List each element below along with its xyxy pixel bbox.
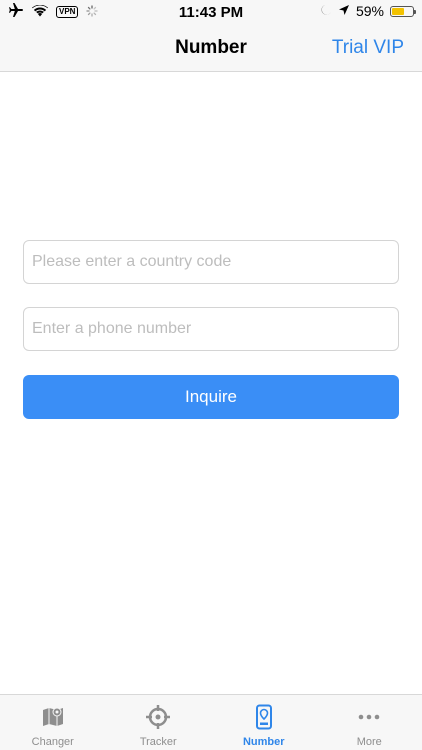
- battery-icon: [390, 5, 416, 17]
- tab-label: Changer: [31, 736, 74, 748]
- trial-vip-button[interactable]: Trial VIP: [332, 37, 404, 59]
- tab-label: More: [356, 736, 382, 748]
- tab-label: Number: [242, 736, 285, 748]
- nav-bar: Number Trial VIP: [0, 24, 422, 72]
- map-icon: [40, 704, 66, 730]
- battery-fill: [392, 7, 404, 15]
- tab-changer[interactable]: Changer: [0, 695, 106, 750]
- inquire-button[interactable]: Inquire: [23, 375, 399, 419]
- tab-number[interactable]: Number: [211, 695, 317, 750]
- crosshair-icon: [145, 704, 171, 730]
- location-arrow-icon: [338, 3, 350, 19]
- tab-more[interactable]: More: [317, 695, 422, 750]
- tab-bar: Changer Tracker Number More: [0, 694, 422, 750]
- more-icon: [356, 704, 382, 730]
- status-bar: VPN 11:43 PM 59%: [0, 0, 422, 24]
- country-code-field[interactable]: [23, 240, 399, 284]
- status-right: 59%: [320, 3, 416, 19]
- tab-label: Tracker: [139, 736, 177, 748]
- screen: VPN 11:43 PM 59% Number Trial VIP Please…: [0, 0, 422, 750]
- country-code-input[interactable]: [24, 241, 398, 283]
- battery-percentage: 59%: [355, 3, 384, 19]
- moon-icon: [320, 3, 332, 19]
- phone-number-input[interactable]: [24, 308, 398, 350]
- phone-number-field[interactable]: [23, 307, 399, 351]
- phone-location-icon: [251, 704, 277, 730]
- tab-tracker[interactable]: Tracker: [106, 695, 212, 750]
